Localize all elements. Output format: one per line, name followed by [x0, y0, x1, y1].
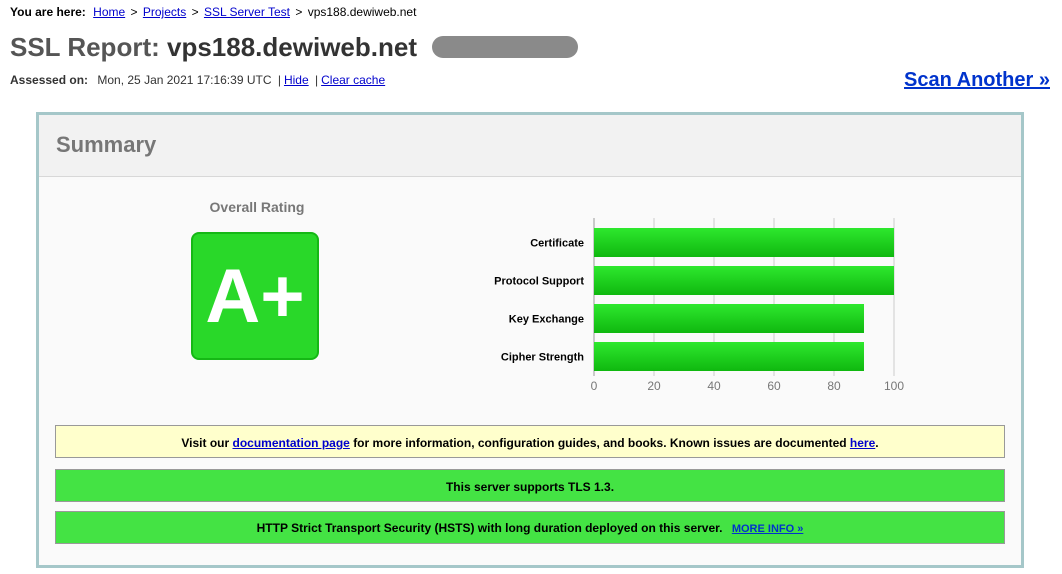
assessed-label: Assessed on:: [10, 73, 89, 87]
more-info-link[interactable]: MORE INFO »: [732, 523, 804, 535]
tls13-notice: This server supports TLS 1.3.: [55, 469, 1005, 502]
bar: [594, 266, 894, 295]
hsts-message: HTTP Strict Transport Security (HSTS) wi…: [256, 521, 723, 535]
documentation-notice: Visit our documentation page for more in…: [55, 425, 1005, 458]
divider: |: [277, 73, 281, 87]
x-tick-label: 20: [647, 379, 661, 393]
assessment-info: Assessed on: Mon, 25 Jan 2021 17:16:39 U…: [10, 73, 385, 87]
summary-title: Summary: [56, 132, 157, 157]
overall-rating-label: Overall Rating: [209, 199, 305, 215]
documentation-link[interactable]: documentation page: [233, 436, 350, 450]
breadcrumb-separator: >: [130, 5, 138, 19]
assessed-date: Mon, 25 Jan 2021 17:16:39 UTC: [97, 73, 272, 87]
scan-another-link[interactable]: Scan Another »: [904, 69, 1050, 92]
page-title: SSL Report: vps188.dewiweb.net: [10, 32, 579, 63]
tls-message: This server supports TLS 1.3.: [445, 480, 615, 494]
info-prefix: Visit our: [181, 436, 230, 450]
category-label: Key Exchange: [509, 314, 584, 326]
info-suffix: .: [875, 436, 879, 450]
x-tick-label: 80: [827, 379, 841, 393]
grade-value: A+: [205, 253, 305, 339]
bar: [594, 304, 864, 333]
summary-header: Summary: [39, 115, 1021, 177]
clear-cache-link[interactable]: Clear cache: [321, 73, 385, 87]
hsts-notice: HTTP Strict Transport Security (HSTS) wi…: [55, 511, 1005, 544]
bar: [594, 342, 864, 371]
summary-panel: Summary Overall Rating A+ 0 20 40 60 80 100 Ce…: [36, 112, 1024, 568]
breadcrumb-prefix: You are here:: [10, 5, 86, 19]
category-label: Protocol Support: [494, 276, 584, 288]
title-prefix: SSL Report:: [10, 32, 160, 62]
category-label: Cipher Strength: [501, 352, 584, 364]
known-issues-link[interactable]: here: [850, 436, 875, 450]
info-middle: for more information, configuration guid…: [353, 436, 847, 450]
hide-link[interactable]: Hide: [284, 73, 309, 87]
breadcrumb-home-link[interactable]: Home: [93, 5, 125, 19]
breadcrumb-separator: >: [295, 5, 303, 19]
breadcrumb-separator: >: [191, 5, 199, 19]
breadcrumb-ssl-test-link[interactable]: SSL Server Test: [204, 5, 290, 19]
breadcrumb: You are here: Home > Projects > SSL Serv…: [10, 5, 416, 19]
x-tick-label: 60: [767, 379, 781, 393]
x-tick-label: 100: [884, 379, 904, 393]
redacted-ip: [432, 36, 579, 58]
title-host: vps188.dewiweb.net: [167, 32, 417, 62]
grade-badge: A+: [191, 232, 319, 360]
breadcrumb-current: vps188.dewiweb.net: [307, 5, 417, 19]
x-tick-label: 0: [591, 379, 598, 393]
breadcrumb-projects-link[interactable]: Projects: [143, 5, 186, 19]
rating-chart: 0 20 40 60 80 100 Certificate Protocol Support K…: [494, 218, 904, 393]
category-label: Certificate: [530, 238, 584, 250]
bar: [594, 228, 894, 257]
divider: |: [315, 73, 319, 87]
x-tick-label: 40: [707, 379, 721, 393]
